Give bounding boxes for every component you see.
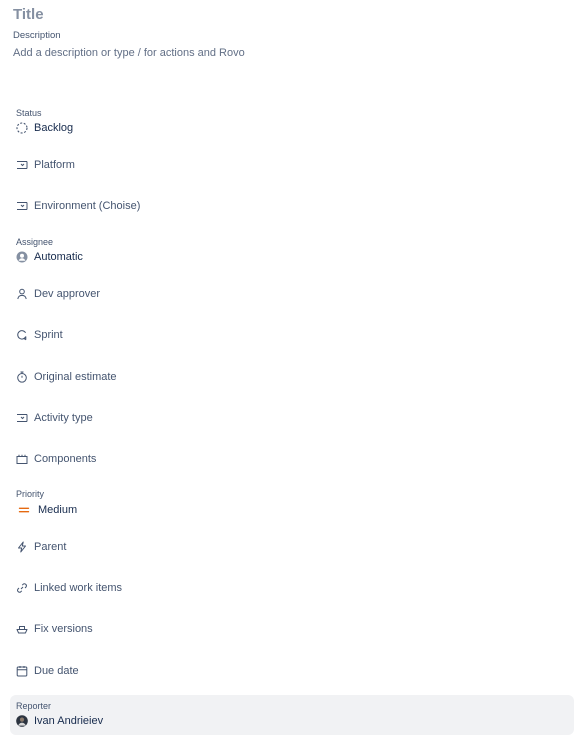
- reporter-label: Reporter: [16, 701, 52, 711]
- linked-work-items-label: Linked work items: [34, 582, 123, 594]
- backlog-dashed-circle-icon: [16, 122, 28, 134]
- activity-type-field[interactable]: Activity type: [16, 410, 573, 426]
- reporter-value: Ivan Andrieiev: [34, 715, 104, 727]
- user-photo-avatar: [16, 715, 28, 727]
- parent-field[interactable]: Parent: [16, 539, 573, 555]
- components-icon: [16, 453, 28, 465]
- reporter-value-row[interactable]: Ivan Andrieiev: [16, 713, 103, 729]
- user-avatar-icon: [16, 251, 28, 263]
- priority-label: Priority: [16, 489, 45, 499]
- due-date-field[interactable]: Due date: [16, 663, 573, 679]
- status-value: Backlog: [34, 122, 74, 134]
- environment-field[interactable]: Environment (Choise): [16, 198, 573, 214]
- sprint-label: Sprint: [34, 329, 63, 341]
- title-input[interactable]: Title: [13, 6, 44, 23]
- priority-field[interactable]: Medium: [18, 502, 77, 518]
- original-estimate-label: Original estimate: [34, 371, 117, 383]
- original-estimate-field[interactable]: Original estimate: [16, 369, 573, 385]
- calendar-icon: [16, 665, 28, 677]
- status-label: Status: [16, 108, 42, 118]
- dev-approver-label: Dev approver: [34, 288, 101, 300]
- sprint-field[interactable]: Sprint: [16, 327, 573, 343]
- due-date-label: Due date: [34, 665, 79, 677]
- stopwatch-icon: [16, 371, 28, 383]
- platform-field[interactable]: Platform: [16, 157, 573, 173]
- activity-type-label: Activity type: [34, 412, 93, 424]
- dev-approver-field[interactable]: Dev approver: [16, 286, 573, 302]
- status-field[interactable]: Backlog: [16, 120, 73, 136]
- priority-medium-icon: [18, 504, 30, 516]
- select-field-icon: [16, 412, 28, 424]
- components-field[interactable]: Components: [16, 451, 573, 467]
- priority-value: Medium: [38, 504, 78, 516]
- platform-label: Platform: [34, 159, 75, 171]
- description-label: Description: [13, 30, 61, 41]
- sprint-icon: [16, 329, 28, 341]
- assignee-field[interactable]: Automatic: [16, 249, 83, 265]
- person-icon: [16, 288, 28, 300]
- assignee-label: Assignee: [16, 237, 54, 247]
- select-field-icon: [16, 159, 28, 171]
- components-label: Components: [34, 453, 97, 465]
- select-field-icon: [16, 200, 28, 212]
- linked-work-items-field[interactable]: Linked work items: [16, 580, 573, 596]
- lightning-icon: [16, 541, 28, 553]
- fix-versions-label: Fix versions: [34, 623, 93, 635]
- assignee-value: Automatic: [34, 251, 83, 263]
- link-icon: [16, 582, 28, 594]
- fix-versions-field[interactable]: Fix versions: [16, 621, 573, 637]
- environment-label: Environment (Choise): [34, 200, 141, 212]
- ship-icon: [16, 623, 28, 635]
- description-input[interactable]: Add a description or type / for actions …: [13, 47, 245, 59]
- parent-label: Parent: [34, 541, 67, 553]
